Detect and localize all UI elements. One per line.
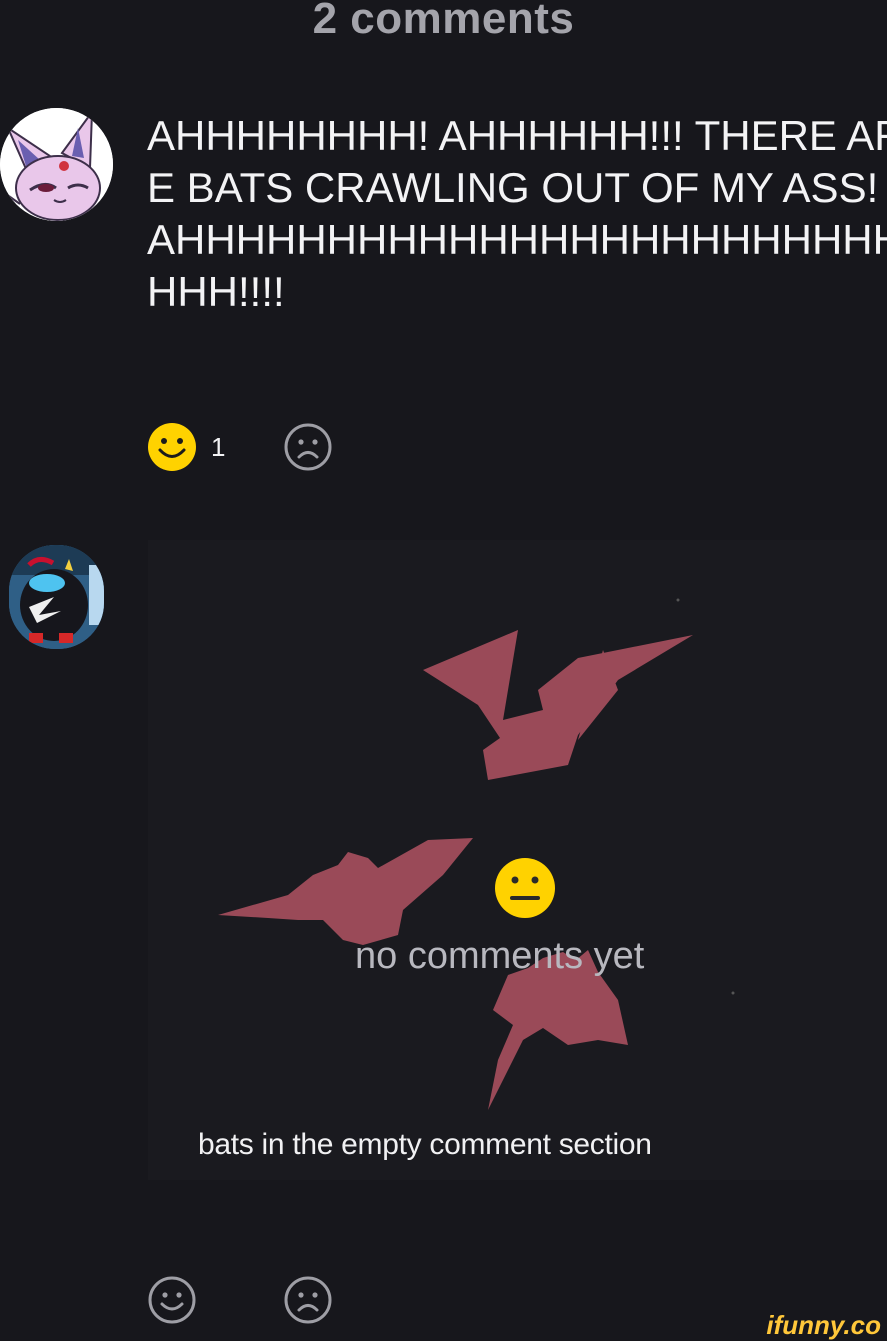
comment-reactions: 1 — [147, 422, 333, 472]
bats-image — [148, 540, 887, 1180]
frown-react-button[interactable] — [283, 1275, 333, 1325]
frown-react-button[interactable] — [283, 422, 333, 472]
smile-outline-icon — [148, 1276, 196, 1324]
comment-image[interactable] — [148, 540, 887, 1180]
neutral-face-icon — [495, 858, 555, 918]
smile-icon — [148, 423, 196, 471]
avatar[interactable] — [0, 108, 113, 221]
frown-icon — [284, 1276, 332, 1324]
smile-react-button[interactable] — [147, 1275, 197, 1325]
comment-reactions — [147, 1275, 333, 1325]
smile-count: 1 — [211, 431, 226, 462]
plush-avatar-icon — [9, 545, 104, 649]
espeon-avatar-icon — [0, 108, 113, 221]
smile-react-button[interactable] — [147, 422, 197, 472]
comment-text: AHHHHHHHH! AHHHHHH!!! THERE ARE BATS CRA… — [147, 112, 887, 315]
avatar[interactable] — [9, 545, 104, 649]
page-title: 2 comments — [312, 0, 575, 43]
watermark: ifunny.co — [766, 1310, 881, 1340]
no-comments-text: no comments yet — [355, 935, 645, 977]
image-caption: bats in the empty comment section — [198, 1128, 652, 1161]
frown-icon — [284, 423, 332, 471]
